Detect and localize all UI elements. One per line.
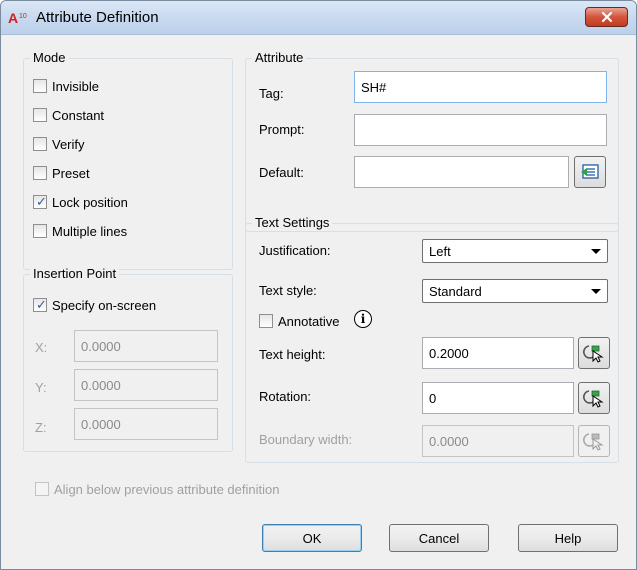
multiple-lines-checkbox[interactable]: Multiple lines xyxy=(33,222,127,240)
rotation-label: Rotation: xyxy=(259,389,312,404)
title-bar: A 10 Attribute Definition xyxy=(1,1,636,35)
lock-position-label: Lock position xyxy=(52,194,128,210)
boundary-width-field[interactable]: 0.0000 xyxy=(422,425,574,457)
align-below-label: Align below previous attribute definitio… xyxy=(54,481,280,497)
preset-checkbox[interactable]: Preset xyxy=(33,164,90,182)
insert-field-icon xyxy=(581,164,599,179)
z-label: Z: xyxy=(35,420,47,435)
text-settings-title: Text Settings xyxy=(252,215,333,230)
checkmark-icon: ✓ xyxy=(36,194,47,209)
checkbox-box xyxy=(35,482,49,496)
rotation-pick-button[interactable] xyxy=(578,382,610,414)
invisible-checkbox[interactable]: Invisible xyxy=(33,77,99,95)
dialog-body: Mode Invisible Constant Verify Preset ✓ … xyxy=(8,36,629,564)
annotative-checkbox[interactable]: Annotative xyxy=(259,312,339,330)
text-style-label: Text style: xyxy=(259,283,317,298)
text-style-value: Standard xyxy=(429,283,482,299)
rotation-field[interactable]: 0 xyxy=(422,382,574,414)
text-style-select[interactable]: Standard xyxy=(422,279,608,303)
chevron-down-icon xyxy=(591,249,601,254)
verify-checkbox[interactable]: Verify xyxy=(33,135,85,153)
checkbox-box xyxy=(33,224,47,238)
x-field[interactable]: 0.0000 xyxy=(74,330,218,362)
y-label: Y: xyxy=(35,380,47,395)
invisible-label: Invisible xyxy=(52,78,99,94)
attribute-group-title: Attribute xyxy=(252,50,307,65)
y-field[interactable]: 0.0000 xyxy=(74,369,218,401)
cancel-button[interactable]: Cancel xyxy=(389,524,489,552)
multiple-lines-label: Multiple lines xyxy=(52,223,128,239)
boundary-width-label: Boundary width: xyxy=(259,432,353,447)
svg-text:10: 10 xyxy=(19,13,27,20)
insert-field-button[interactable] xyxy=(574,156,606,188)
checkbox-box xyxy=(33,166,47,180)
pick-point-icon xyxy=(583,390,604,408)
default-label: Default: xyxy=(259,165,304,180)
boundary-width-pick-button[interactable] xyxy=(578,425,610,457)
help-button[interactable]: Help xyxy=(518,524,618,552)
verify-label: Verify xyxy=(52,136,85,152)
specify-on-screen-checkbox[interactable]: ✓ Specify on-screen xyxy=(33,296,156,314)
align-below-checkbox[interactable]: Align below previous attribute definitio… xyxy=(35,480,279,498)
attribute-definition-dialog: A 10 Attribute Definition Mode Invisible… xyxy=(0,0,637,570)
justification-select[interactable]: Left xyxy=(422,239,608,263)
pick-point-icon xyxy=(583,433,604,451)
close-button[interactable] xyxy=(585,7,628,27)
window-title: Attribute Definition xyxy=(36,9,159,26)
tag-field[interactable]: SH# xyxy=(354,71,607,103)
x-label: X: xyxy=(35,340,48,355)
constant-label: Constant xyxy=(52,107,105,123)
close-icon xyxy=(601,11,612,23)
mode-group-title: Mode xyxy=(30,50,69,65)
constant-checkbox[interactable]: Constant xyxy=(33,106,104,124)
tag-label: Tag: xyxy=(259,86,284,101)
text-height-field[interactable]: 0.2000 xyxy=(422,337,574,369)
ok-button[interactable]: OK xyxy=(262,524,362,552)
checkbox-box xyxy=(33,108,47,122)
justification-label: Justification: xyxy=(259,243,331,258)
info-icon[interactable]: i xyxy=(354,310,372,328)
pick-point-icon xyxy=(583,345,604,363)
checkmark-icon: ✓ xyxy=(36,297,47,312)
prompt-label: Prompt: xyxy=(259,122,305,137)
default-field[interactable] xyxy=(354,156,569,188)
specify-on-screen-label: Specify on-screen xyxy=(52,297,157,313)
justification-value: Left xyxy=(429,243,451,259)
preset-label: Preset xyxy=(52,165,90,181)
checkbox-box xyxy=(259,314,273,328)
prompt-field[interactable] xyxy=(354,114,607,146)
svg-text:A: A xyxy=(8,10,18,25)
annotative-label: Annotative xyxy=(278,313,340,329)
lock-position-checkbox[interactable]: ✓ Lock position xyxy=(33,193,128,211)
checkbox-box: ✓ xyxy=(33,194,47,209)
chevron-down-icon xyxy=(591,289,601,294)
checkbox-box: ✓ xyxy=(33,297,47,312)
insertion-point-title: Insertion Point xyxy=(30,266,120,281)
autocad-app-icon: A 10 xyxy=(8,10,27,25)
z-field[interactable]: 0.0000 xyxy=(74,408,218,440)
text-height-label: Text height: xyxy=(259,347,326,362)
checkbox-box xyxy=(33,137,47,151)
checkbox-box xyxy=(33,79,47,93)
text-height-pick-button[interactable] xyxy=(578,337,610,369)
